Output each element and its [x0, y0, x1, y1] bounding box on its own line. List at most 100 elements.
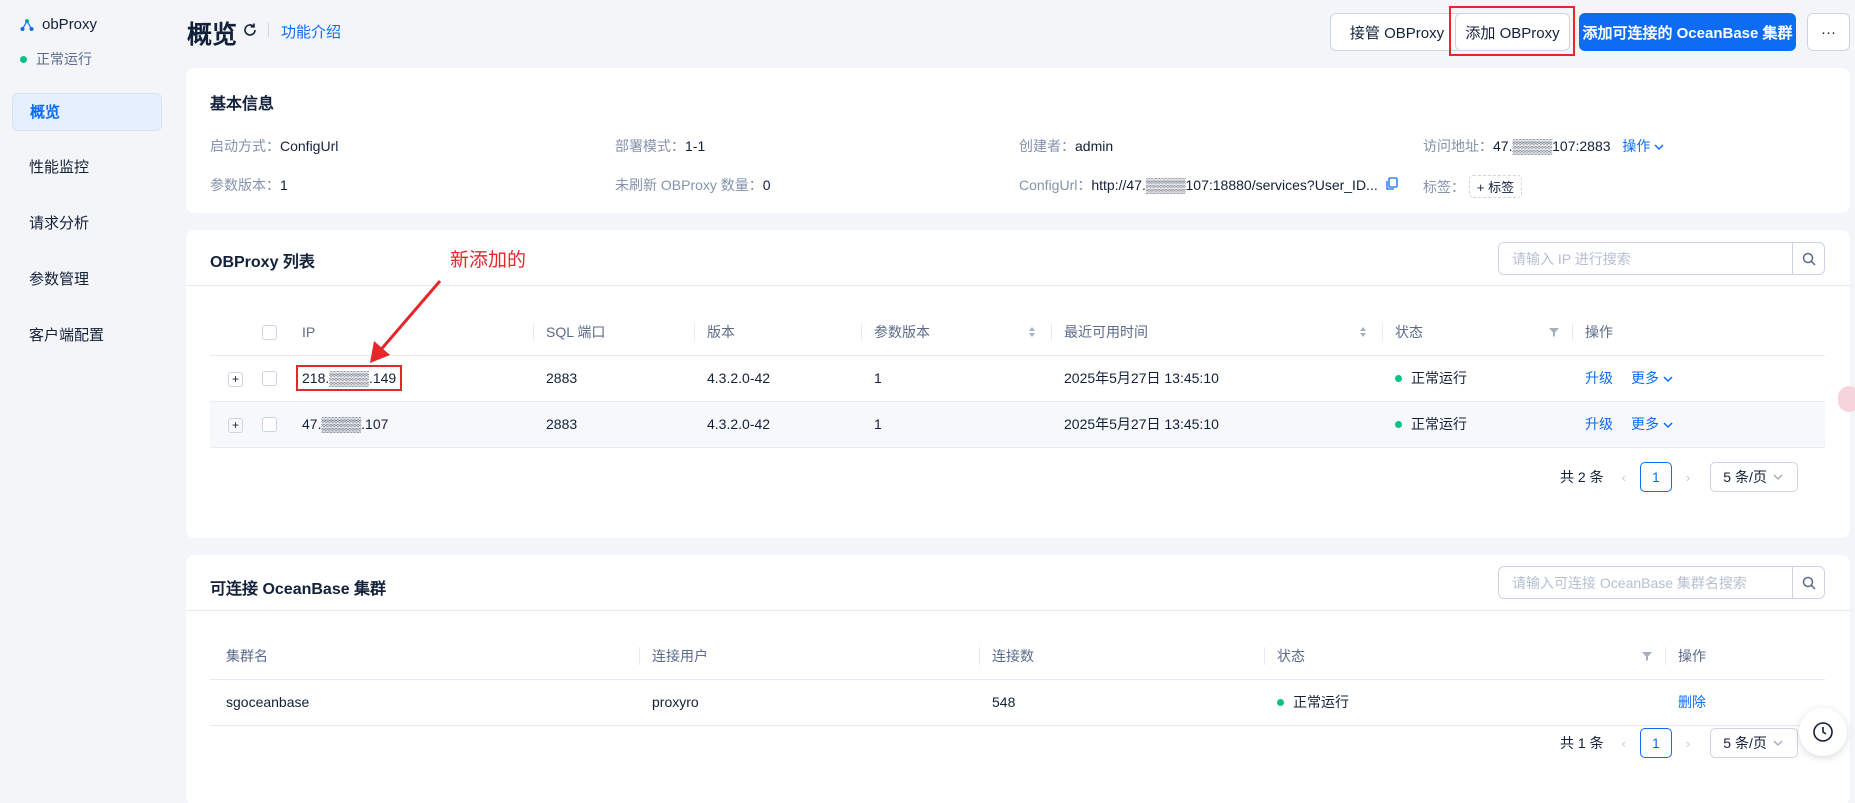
next-page-icon[interactable]: ›: [1686, 736, 1690, 751]
table-header-row: IP SQL 端口 版本 参数版本 最近可用时间 状态 操作: [210, 309, 1825, 356]
add-tag-button[interactable]: + 标签: [1468, 175, 1523, 198]
history-button[interactable]: [1799, 708, 1847, 756]
total-count: 共 2 条: [1560, 469, 1604, 485]
tags-label: 标签：: [1423, 179, 1465, 195]
search-button[interactable]: [1792, 243, 1824, 274]
unrefreshed-value: 0: [762, 177, 771, 193]
status-text: 正常运行: [1411, 416, 1467, 432]
column-actions: 操作: [1666, 633, 1825, 680]
page-size-select[interactable]: 5 条/页: [1710, 728, 1799, 758]
select-cell: [250, 355, 290, 402]
annotation-highlight-box: [1449, 6, 1575, 56]
status-cell: 正常运行: [1383, 355, 1573, 402]
param-version-label: 参数版本：: [210, 177, 280, 193]
upgrade-link[interactable]: 升级: [1585, 370, 1613, 386]
next-page-icon[interactable]: ›: [1686, 470, 1690, 485]
column-connections-label: 连接数: [992, 647, 1034, 664]
status-text: 正常运行: [1293, 694, 1349, 710]
column-actions-label: 操作: [1585, 323, 1613, 340]
sidebar-item-request-analysis[interactable]: 请求分析: [12, 205, 162, 243]
start-mode-value: ConfigUrl: [280, 138, 339, 154]
column-user-label: 连接用户: [652, 647, 708, 664]
more-actions-button[interactable]: ···: [1807, 13, 1850, 51]
configurl-label: ConfigUrl：: [1019, 177, 1092, 193]
sidebar-item-parameters[interactable]: 参数管理: [12, 261, 162, 299]
connections-cell: 548: [980, 679, 1265, 726]
assistant-bubble-icon[interactable]: [1838, 386, 1855, 412]
column-user: 连接用户: [640, 633, 980, 680]
sort-icon[interactable]: [1028, 326, 1036, 338]
expand-row-button[interactable]: +: [228, 417, 243, 433]
deploy-mode-value: 1-1: [685, 138, 706, 154]
sidebar-item-overview[interactable]: 概览: [12, 93, 162, 131]
ip-search-input[interactable]: [1499, 243, 1792, 274]
select-cell: [250, 401, 290, 448]
column-last-available-label: 最近可用时间: [1064, 323, 1148, 340]
page-size-select[interactable]: 5 条/页: [1710, 462, 1799, 492]
column-param-version[interactable]: 参数版本: [862, 309, 1052, 356]
actions-cell: 删除: [1666, 679, 1825, 726]
sort-icon[interactable]: [1359, 326, 1367, 338]
more-dropdown[interactable]: 更多: [1631, 416, 1673, 432]
creator: 创建者：admin: [1019, 136, 1113, 156]
obproxy-list-title: OBProxy 列表: [210, 254, 315, 271]
clock-icon: [1813, 722, 1833, 742]
access-operation-dropdown[interactable]: 操作: [1622, 138, 1664, 154]
sidebar-item-performance[interactable]: 性能监控: [12, 149, 162, 187]
intro-link[interactable]: 功能介绍: [281, 21, 341, 42]
sidebar-item-client-config[interactable]: 客户端配置: [12, 317, 162, 355]
column-param-version-label: 参数版本: [874, 323, 930, 340]
copy-icon[interactable]: [1385, 177, 1398, 190]
expand-row-button[interactable]: +: [228, 371, 243, 387]
cluster-search-input[interactable]: [1499, 567, 1792, 598]
sidebar-nav: 概览 性能监控 请求分析 参数管理 客户端配置: [12, 93, 162, 373]
app-name: obProxy: [42, 16, 98, 33]
more-dropdown[interactable]: 更多: [1631, 370, 1673, 386]
filter-icon[interactable]: [1549, 327, 1559, 337]
chevron-down-icon: [1654, 144, 1664, 151]
port-cell: 2883: [534, 355, 695, 402]
select-all-checkbox[interactable]: [262, 325, 277, 341]
access-label: 访问地址：: [1423, 138, 1493, 154]
row-checkbox[interactable]: [262, 417, 277, 433]
deploy-mode-label: 部署模式：: [615, 138, 685, 154]
expand-column: [210, 309, 250, 356]
page-1-button[interactable]: 1: [1639, 728, 1672, 758]
status-dot-icon: [1395, 420, 1402, 428]
time-cell: 2025年5月27日 13:45:10: [1052, 355, 1383, 402]
refresh-icon[interactable]: [242, 22, 258, 38]
cluster-table: 集群名 连接用户 连接数 状态 操作 sgoceanbase proxyro 5…: [210, 633, 1825, 726]
prev-page-icon[interactable]: ‹: [1622, 470, 1626, 485]
column-last-available[interactable]: 最近可用时间: [1052, 309, 1383, 356]
page-size-label: 5 条/页: [1723, 469, 1767, 485]
search-button[interactable]: [1792, 567, 1824, 598]
row-checkbox[interactable]: [262, 371, 277, 387]
filter-icon[interactable]: [1642, 651, 1652, 661]
table-row: + 47.▒▒▒▒.107 2883 4.3.2.0-42 1 2025年5月2…: [210, 401, 1825, 448]
prev-page-icon[interactable]: ‹: [1622, 736, 1626, 751]
tags: 标签： + 标签: [1423, 175, 1523, 198]
obproxy-logo-icon: [20, 18, 34, 31]
table-row: + 218.▒▒▒▒.149 2883 4.3.2.0-42 1 2025年5月…: [210, 355, 1825, 402]
page-1-button[interactable]: 1: [1639, 462, 1672, 492]
search-icon: [1802, 252, 1816, 266]
delete-link[interactable]: 删除: [1678, 694, 1706, 710]
upgrade-link[interactable]: 升级: [1585, 416, 1613, 432]
add-cluster-button[interactable]: 添加可连接的 OceanBase 集群: [1579, 13, 1796, 51]
param-version-cell: 1: [862, 401, 1052, 448]
app-status: 正常运行: [20, 49, 92, 69]
status-text: 正常运行: [36, 51, 92, 67]
version-cell: 4.3.2.0-42: [695, 355, 862, 402]
select-all-cell: [250, 309, 290, 356]
table-row: sgoceanbase proxyro 548 正常运行 删除: [210, 679, 1825, 726]
column-sql-port-label: SQL 端口: [546, 323, 606, 340]
deploy-mode: 部署模式：1-1: [615, 136, 705, 156]
start-mode: 启动方式：ConfigUrl: [210, 136, 338, 156]
actions-cell: 升级 更多: [1573, 355, 1825, 402]
basic-info-title: 基本信息: [210, 96, 275, 113]
start-mode-label: 启动方式：: [210, 138, 280, 154]
takeover-obproxy-button[interactable]: 接管 OBProxy: [1330, 13, 1464, 51]
app-switcher[interactable]: obProxy: [20, 16, 97, 33]
total-count: 共 1 条: [1560, 735, 1604, 751]
sidebar: obProxy 正常运行 概览 性能监控 请求分析 参数管理 客户端配置: [0, 0, 168, 803]
